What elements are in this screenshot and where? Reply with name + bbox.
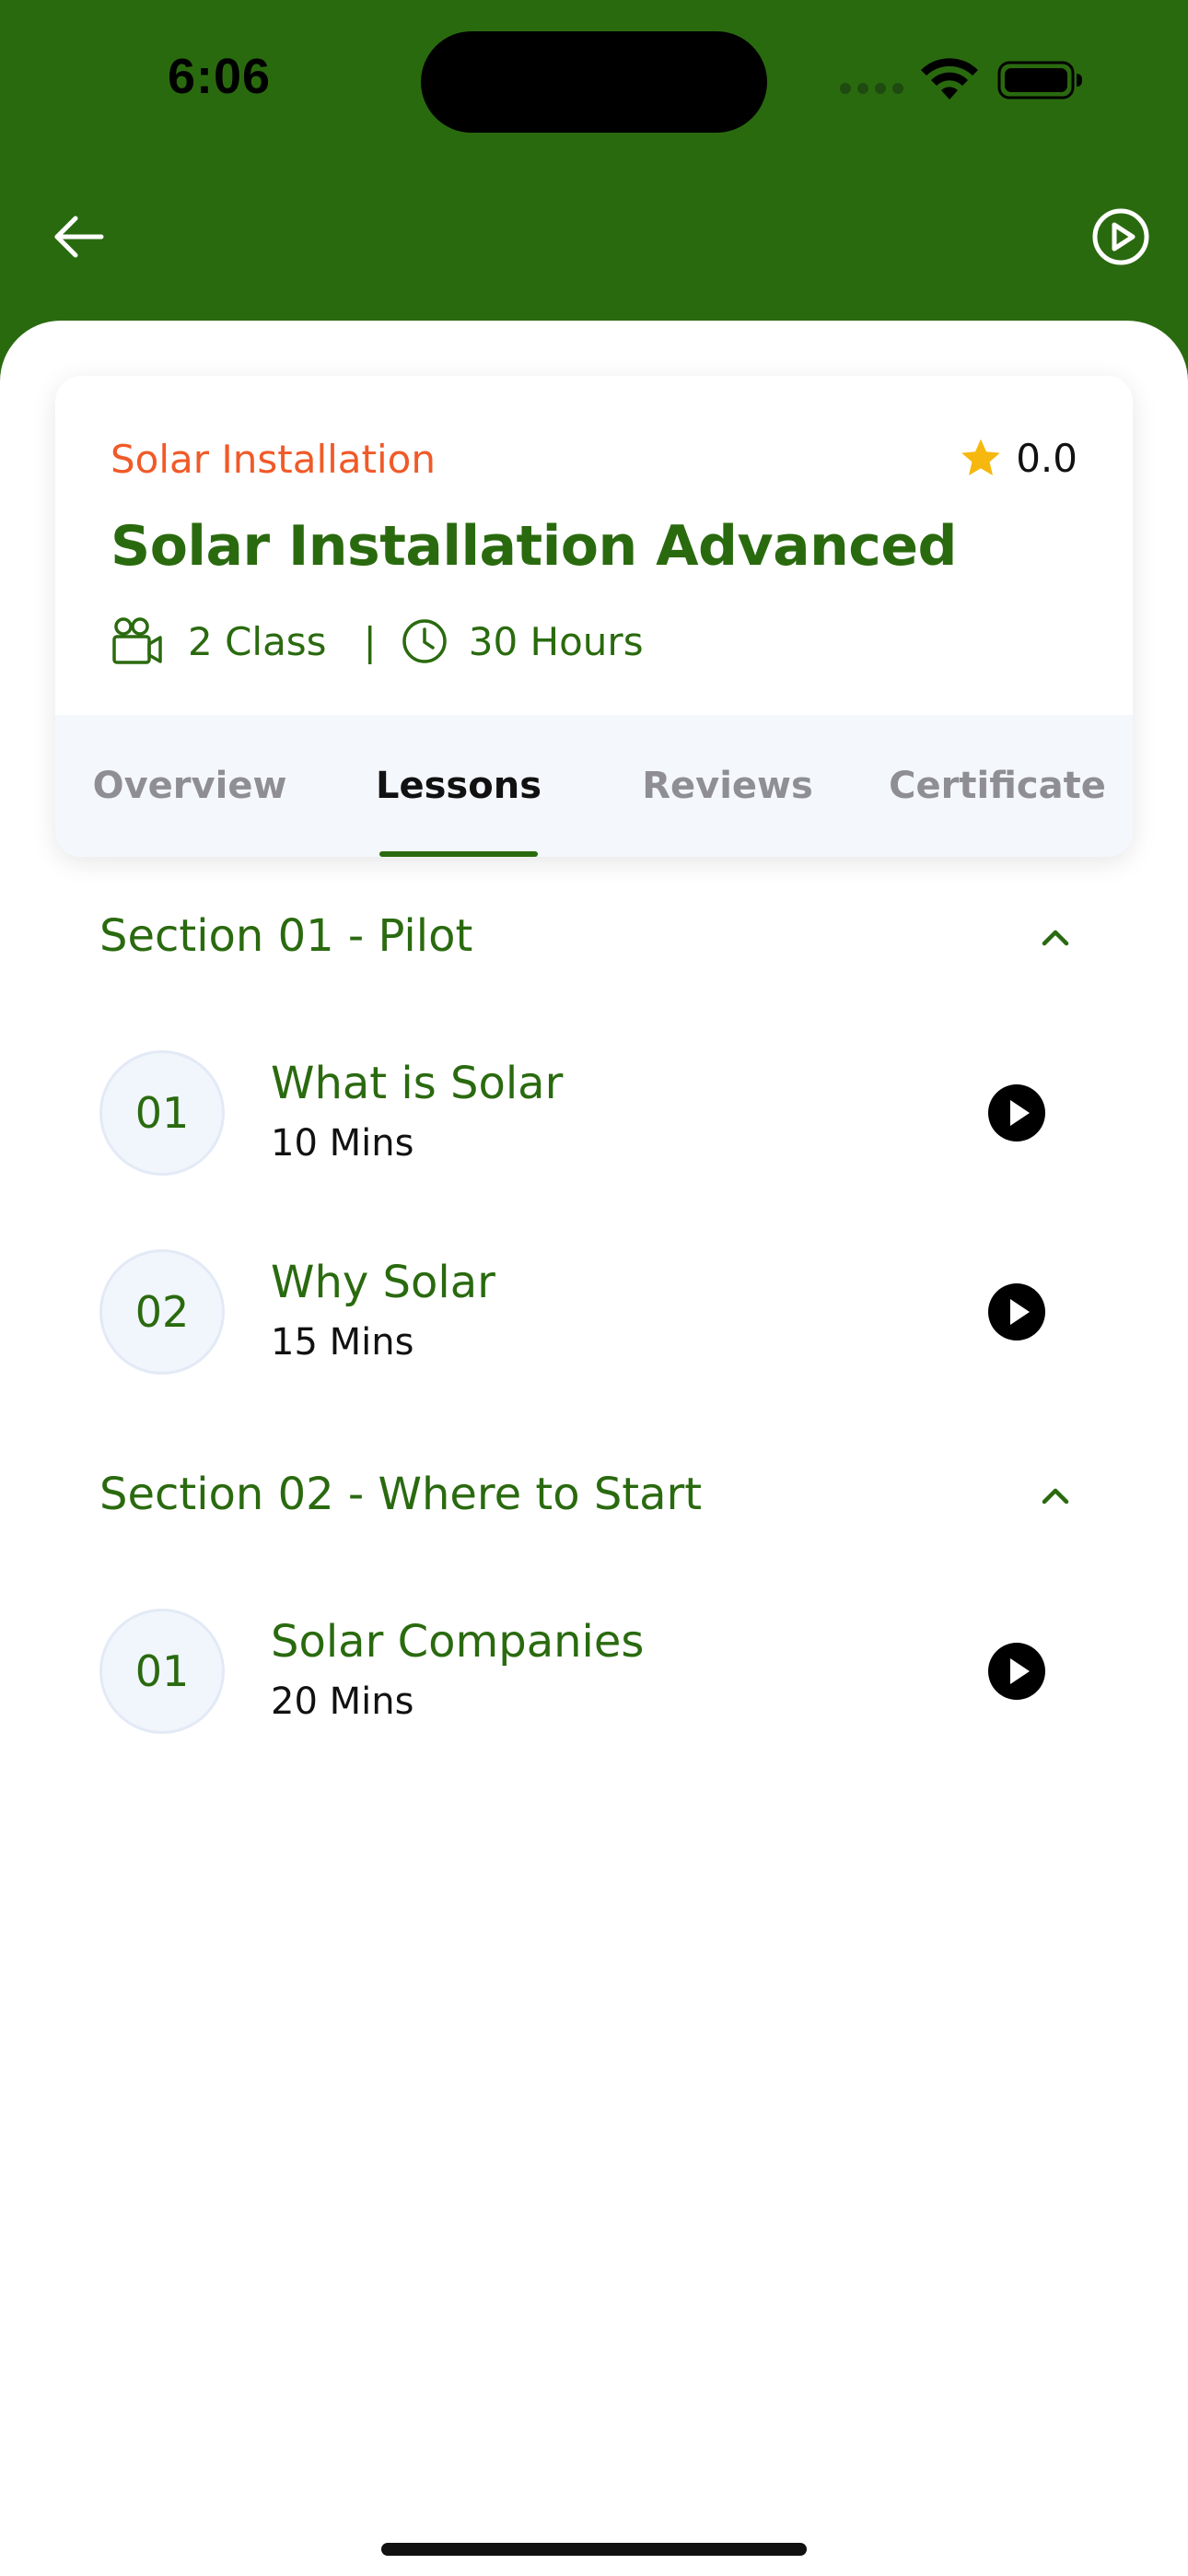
section-header[interactable]: Section 02 - Where to Start bbox=[99, 1459, 1094, 1533]
class-count: 2 Class bbox=[188, 618, 327, 664]
clock-icon bbox=[402, 619, 447, 663]
section-title: Section 01 - Pilot bbox=[99, 910, 473, 962]
meta-separator: | bbox=[363, 618, 377, 664]
arrow-left-icon bbox=[54, 216, 104, 258]
course-category: Solar Installation bbox=[111, 437, 437, 482]
wifi-icon bbox=[921, 58, 978, 100]
lesson-number: 02 bbox=[99, 1249, 225, 1375]
lesson-duration: 20 Mins bbox=[271, 1680, 414, 1723]
lesson-item[interactable]: 01 What is Solar 10 Mins bbox=[99, 1050, 1094, 1179]
lesson-item[interactable]: 01 Solar Companies 20 Mins bbox=[99, 1609, 1094, 1738]
play-video-button[interactable] bbox=[1089, 205, 1153, 269]
rating-value: 0.0 bbox=[1016, 435, 1077, 481]
lesson-title: Solar Companies bbox=[271, 1616, 645, 1668]
course-hours: 30 Hours bbox=[468, 618, 644, 664]
lesson-title: What is Solar bbox=[271, 1058, 564, 1109]
home-indicator[interactable] bbox=[381, 2543, 807, 2556]
tab-lessons[interactable]: Lessons bbox=[324, 715, 593, 857]
back-button[interactable] bbox=[46, 205, 111, 269]
lesson-duration: 15 Mins bbox=[271, 1321, 414, 1364]
video-camera-icon bbox=[112, 617, 162, 664]
status-time: 6:06 bbox=[168, 49, 272, 104]
app-bar bbox=[0, 184, 1188, 295]
course-tabs: Overview Lessons Reviews Certificate bbox=[55, 715, 1133, 857]
tab-certificate[interactable]: Certificate bbox=[862, 715, 1133, 857]
course-meta: 2 Class | 30 Hours bbox=[111, 614, 644, 669]
cellular-signal-icon bbox=[840, 83, 904, 96]
dynamic-island bbox=[421, 31, 767, 133]
chevron-up-icon bbox=[1042, 930, 1069, 946]
lesson-item[interactable]: 02 Why Solar 15 Mins bbox=[99, 1249, 1094, 1378]
tab-overview[interactable]: Overview bbox=[55, 715, 324, 857]
section-title: Section 02 - Where to Start bbox=[99, 1469, 703, 1520]
tab-reviews[interactable]: Reviews bbox=[593, 715, 862, 857]
lesson-number: 01 bbox=[99, 1050, 225, 1176]
star-icon bbox=[961, 439, 1001, 475]
active-tab-indicator bbox=[379, 851, 538, 857]
content-sheet: Solar Installation 0.0 Solar Installatio… bbox=[0, 321, 1188, 2576]
course-title: Solar Installation Advanced bbox=[111, 514, 958, 579]
play-icon[interactable] bbox=[987, 1282, 1046, 1341]
course-rating: 0.0 bbox=[959, 435, 1077, 481]
status-bar: 6:06 bbox=[0, 0, 1188, 166]
lesson-number: 01 bbox=[99, 1609, 225, 1734]
play-icon[interactable] bbox=[987, 1642, 1046, 1701]
play-icon[interactable] bbox=[987, 1083, 1046, 1142]
section-header[interactable]: Section 01 - Pilot bbox=[99, 901, 1094, 975]
chevron-up-icon bbox=[1042, 1488, 1069, 1505]
battery-icon bbox=[997, 61, 1082, 100]
lesson-title: Why Solar bbox=[271, 1257, 495, 1308]
play-circle-icon bbox=[1092, 208, 1149, 265]
lesson-duration: 10 Mins bbox=[271, 1122, 414, 1165]
course-card: Solar Installation 0.0 Solar Installatio… bbox=[55, 376, 1133, 857]
